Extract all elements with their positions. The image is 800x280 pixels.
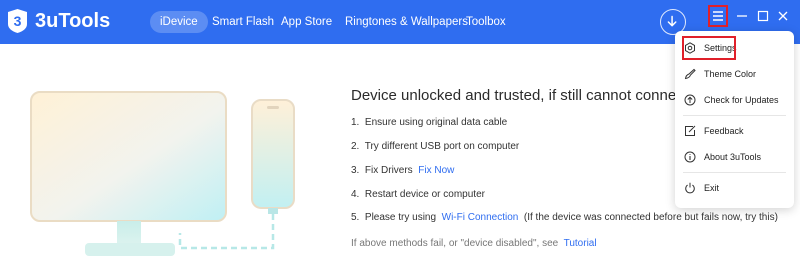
update-icon	[684, 94, 696, 106]
device-connection-illustration	[30, 91, 295, 256]
list-item: 4. Restart device or computer	[351, 189, 485, 200]
step-number: 5.	[351, 212, 360, 223]
step-suffix: (If the device was connected before but …	[523, 212, 778, 223]
menu-item-theme-color[interactable]: Theme Color	[675, 62, 794, 86]
wifi-connection-link[interactable]: Wi-Fi Connection	[442, 212, 519, 223]
step-number: 3.	[351, 165, 360, 176]
step-number: 1.	[351, 117, 360, 128]
tab-ringtones-wallpapers[interactable]: Ringtones & Wallpapers	[345, 11, 468, 33]
tab-idevice[interactable]: iDevice	[150, 11, 208, 33]
minimize-icon[interactable]	[735, 9, 749, 23]
step-number: 4.	[351, 189, 360, 200]
tutorial-link[interactable]: Tutorial	[564, 238, 597, 249]
menu-item-label: Exit	[704, 183, 720, 193]
theme-color-icon	[684, 68, 696, 80]
power-icon	[685, 182, 695, 194]
step-text: Restart device or computer	[364, 189, 485, 200]
tab-toolbox[interactable]: Toolbox	[466, 11, 506, 33]
menu-icon	[713, 11, 723, 21]
step-text: Please try using	[364, 212, 437, 223]
app-name: 3uTools	[35, 10, 111, 32]
list-item: 2. Try different USB port on computer	[351, 141, 519, 152]
maximize-icon[interactable]	[756, 9, 770, 23]
step-text: Fix Drivers	[364, 165, 413, 176]
close-icon[interactable]	[776, 9, 790, 23]
settings-highlight-box	[682, 36, 736, 60]
menu-divider	[683, 172, 786, 173]
menu-item-check-updates[interactable]: Check for Updates	[675, 88, 794, 112]
menu-item-label: Feedback	[704, 126, 744, 136]
menu-item-label: Theme Color	[704, 69, 757, 79]
step-text: Try different USB port on computer	[364, 141, 520, 152]
footnote-text: If above methods fail, or "device disabl…	[351, 238, 559, 249]
menu-item-label: Check for Updates	[704, 95, 779, 105]
step-number: 2.	[351, 141, 360, 152]
app-logo-icon: 3	[8, 9, 27, 33]
menu-button[interactable]	[708, 5, 728, 27]
info-icon	[684, 151, 696, 163]
list-item: 5. Please try using Wi-Fi Connection (If…	[351, 212, 778, 223]
fix-now-link[interactable]: Fix Now	[418, 165, 454, 176]
list-item: 3. Fix Drivers Fix Now	[351, 165, 454, 176]
list-item: 1. Ensure using original data cable	[351, 117, 507, 128]
svg-text:3: 3	[14, 13, 22, 29]
tab-smart-flash[interactable]: Smart Flash	[212, 11, 274, 33]
tab-app-store[interactable]: App Store	[281, 11, 332, 33]
menu-item-feedback[interactable]: Feedback	[675, 119, 794, 143]
menu-item-about[interactable]: About 3uTools	[675, 145, 794, 169]
menu-divider	[683, 115, 786, 116]
menu-item-label: About 3uTools	[704, 152, 762, 162]
menu-item-exit[interactable]: Exit	[675, 176, 794, 200]
connection-help-title: Device unlocked and trusted, if still ca…	[351, 87, 709, 104]
step-text: Ensure using original data cable	[364, 117, 508, 128]
feedback-icon	[685, 125, 696, 136]
footnote: If above methods fail, or "device disabl…	[351, 238, 597, 249]
